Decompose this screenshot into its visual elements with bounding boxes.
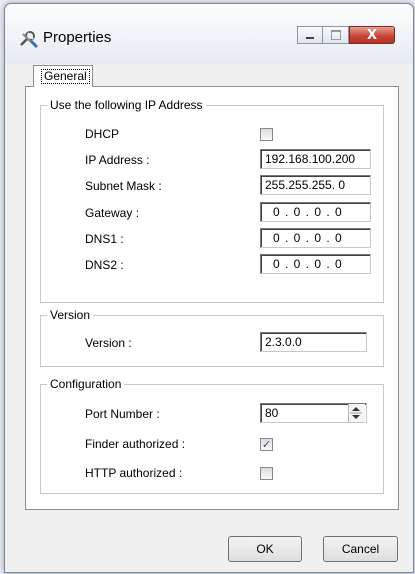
checkmark-icon: ✓ xyxy=(261,438,272,451)
dns2-label: DNS2 : xyxy=(85,258,124,272)
properties-dialog: Properties X General Use the following I… xyxy=(4,3,414,573)
version-label: Version : xyxy=(85,336,132,350)
dhcp-checkbox[interactable] xyxy=(260,128,273,141)
ok-button[interactable]: OK xyxy=(228,536,302,562)
ip-address-group: Use the following IP Address DHCP IP Add… xyxy=(40,98,384,303)
http-authorized-label: HTTP authorized : xyxy=(85,466,183,480)
configuration-group: Configuration Port Number : 80 Finder au… xyxy=(40,377,384,494)
general-tab-panel: Use the following IP Address DHCP IP Add… xyxy=(25,86,399,510)
subnet-mask-label: Subnet Mask : xyxy=(85,179,162,193)
version-group: Version Version : 2.3.0.0 xyxy=(40,308,384,367)
dns1-label: DNS1 : xyxy=(85,232,124,246)
port-spinner-buttons[interactable] xyxy=(348,404,365,422)
finder-authorized-checkbox[interactable]: ✓ xyxy=(260,438,273,451)
window-title: Properties xyxy=(43,29,112,46)
spinner-arrows-icon xyxy=(350,407,362,419)
dns2-field[interactable]: 0 . 0 . 0 . 0 xyxy=(260,254,371,274)
dhcp-label: DHCP xyxy=(85,127,120,141)
maximize-icon xyxy=(330,30,341,40)
tab-general-label: General xyxy=(41,69,90,84)
port-number-label: Port Number : xyxy=(85,407,160,421)
gateway-label: Gateway : xyxy=(85,206,140,220)
tab-general[interactable]: General xyxy=(33,65,93,87)
ip-address-label: IP Address : xyxy=(85,153,150,167)
caption-buttons: X xyxy=(297,26,395,46)
properties-tools-icon xyxy=(20,31,39,48)
version-group-title: Version xyxy=(47,308,94,322)
http-authorized-checkbox[interactable] xyxy=(260,467,273,480)
ip-address-field[interactable]: 192.168.100.200 xyxy=(260,149,371,169)
cancel-button[interactable]: Cancel xyxy=(323,536,398,562)
subnet-mask-field[interactable]: 255.255.255. 0 xyxy=(260,175,371,195)
close-icon: X xyxy=(366,27,378,43)
close-button[interactable]: X xyxy=(349,26,395,44)
minimize-button[interactable] xyxy=(297,26,323,44)
finder-authorized-label: Finder authorized : xyxy=(85,437,186,451)
gateway-field[interactable]: 0 . 0 . 0 . 0 xyxy=(260,202,371,222)
version-field[interactable]: 2.3.0.0 xyxy=(260,332,367,352)
ip-group-title: Use the following IP Address xyxy=(47,98,206,112)
port-number-value: 80 xyxy=(265,406,279,420)
title-bar[interactable]: Properties X xyxy=(5,4,413,64)
configuration-group-title: Configuration xyxy=(47,377,125,391)
port-number-spinner[interactable]: 80 xyxy=(260,403,367,423)
minimize-icon xyxy=(306,37,314,39)
dns1-field[interactable]: 0 . 0 . 0 . 0 xyxy=(260,228,371,248)
maximize-button[interactable] xyxy=(323,26,349,44)
